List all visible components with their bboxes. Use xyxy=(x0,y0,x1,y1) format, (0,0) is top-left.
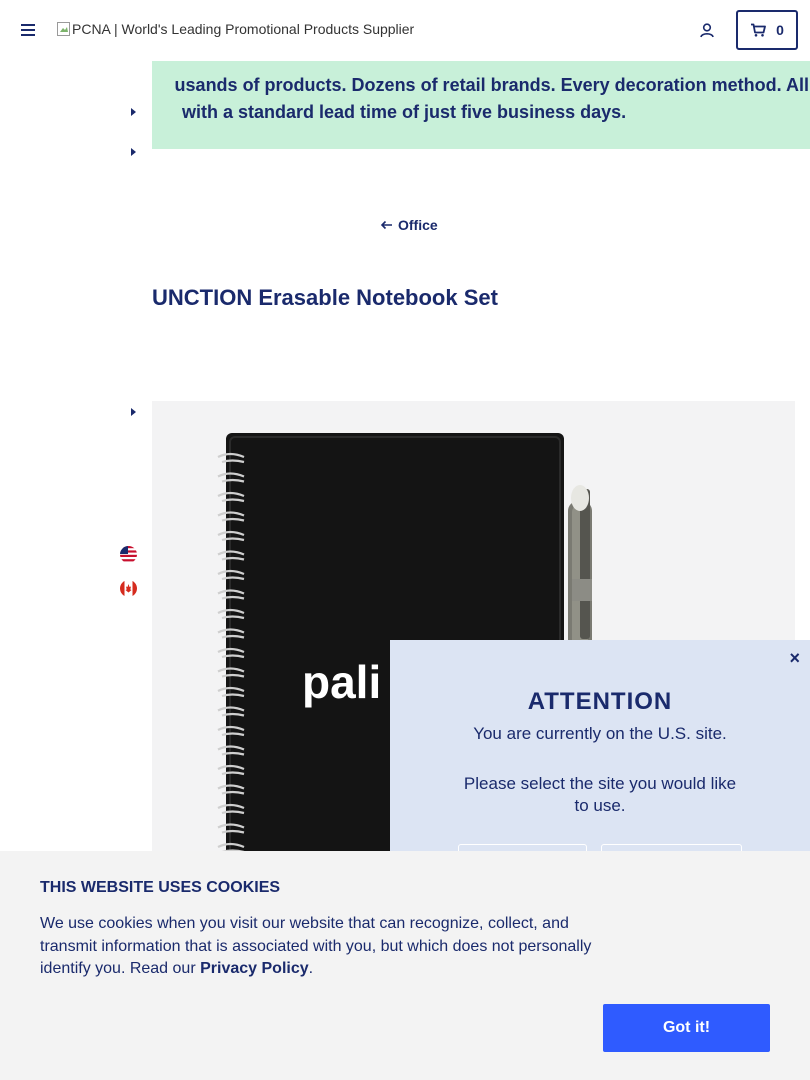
popup-question: Please select the site you would like to… xyxy=(463,774,737,815)
page: PCNA | World's Leading Promotional Produ… xyxy=(0,0,810,1080)
logo-alt-text: PCNA | World's Leading Promotional Produ… xyxy=(72,21,415,37)
popup-message: You are currently on the U.S. site. xyxy=(473,724,727,743)
breadcrumb-label: Office xyxy=(398,217,438,233)
notebook-brand-text: pali xyxy=(302,656,381,708)
promo-banner: usands of products. Dozens of retail bra… xyxy=(152,61,810,149)
hamburger-menu-icon[interactable] xyxy=(19,21,37,39)
cookie-text: We use cookies when you visit our websit… xyxy=(40,913,605,981)
caret-right-icon[interactable] xyxy=(129,107,137,117)
breadcrumb-back-link[interactable]: Office xyxy=(380,217,438,233)
accept-cookies-button[interactable]: Got it! xyxy=(603,1004,770,1052)
user-icon[interactable] xyxy=(698,21,716,39)
cart-count: 0 xyxy=(776,22,784,38)
cookie-body: We use cookies when you visit our websit… xyxy=(40,915,592,977)
privacy-policy-link[interactable]: Privacy Policy xyxy=(200,960,309,977)
banner-line-2: with a standard lead time of just five b… xyxy=(182,102,627,122)
broken-image-icon xyxy=(57,22,70,36)
cookie-period: . xyxy=(308,960,314,977)
caret-right-icon[interactable] xyxy=(129,407,137,417)
cookie-title: THIS WEBSITE USES COOKIES xyxy=(40,879,281,896)
region-selection-popup: × ATTENTION You are currently on the U.S… xyxy=(390,640,810,884)
product-title: UNCTION Erasable Notebook Set xyxy=(152,285,498,310)
cart-button[interactable]: 0 xyxy=(736,10,798,50)
arrow-left-icon xyxy=(380,220,392,230)
close-icon[interactable]: × xyxy=(789,648,800,669)
caret-right-icon[interactable] xyxy=(129,147,137,157)
cart-icon xyxy=(751,23,766,37)
us-flag-icon[interactable] xyxy=(120,546,137,563)
banner-line-1: usands of products. Dozens of retail bra… xyxy=(174,75,809,95)
popup-title: ATTENTION xyxy=(527,688,673,715)
cookie-banner: THIS WEBSITE USES COOKIES We use cookies… xyxy=(0,851,810,1080)
canada-flag-icon[interactable] xyxy=(120,580,137,597)
site-header: PCNA | World's Leading Promotional Produ… xyxy=(0,0,810,61)
site-logo[interactable]: PCNA | World's Leading Promotional Produ… xyxy=(56,21,414,37)
